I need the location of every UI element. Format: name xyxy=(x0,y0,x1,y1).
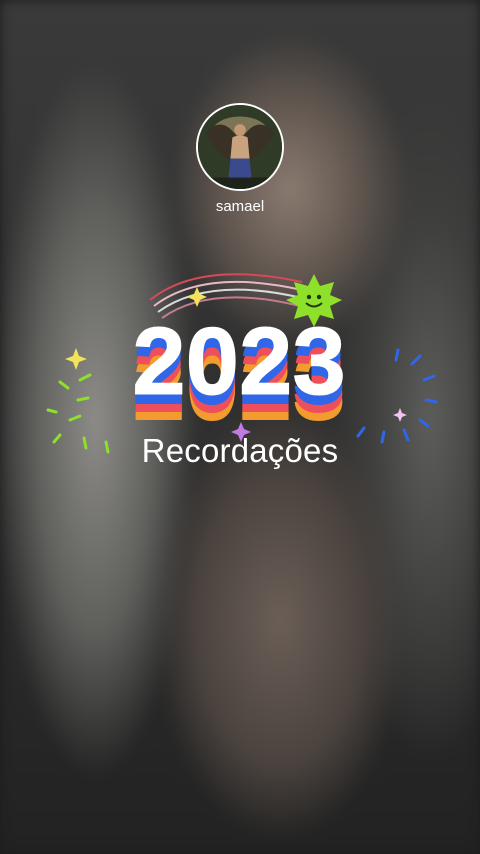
sparkle-icon xyxy=(65,348,87,370)
sparkle-icon xyxy=(393,408,407,422)
profile-photo-icon xyxy=(198,105,282,189)
recap-title: Recordações xyxy=(141,432,339,469)
profile-avatar[interactable] xyxy=(196,103,284,191)
memories-story-screen[interactable]: samael 2023 2023 2023 2023 Recordações xyxy=(0,0,480,854)
svg-text:2023: 2023 xyxy=(132,308,346,415)
year-title: 2023 2023 2023 2023 xyxy=(132,308,347,442)
username-label[interactable]: samael xyxy=(140,198,340,215)
firework-right-decoration xyxy=(356,348,438,444)
